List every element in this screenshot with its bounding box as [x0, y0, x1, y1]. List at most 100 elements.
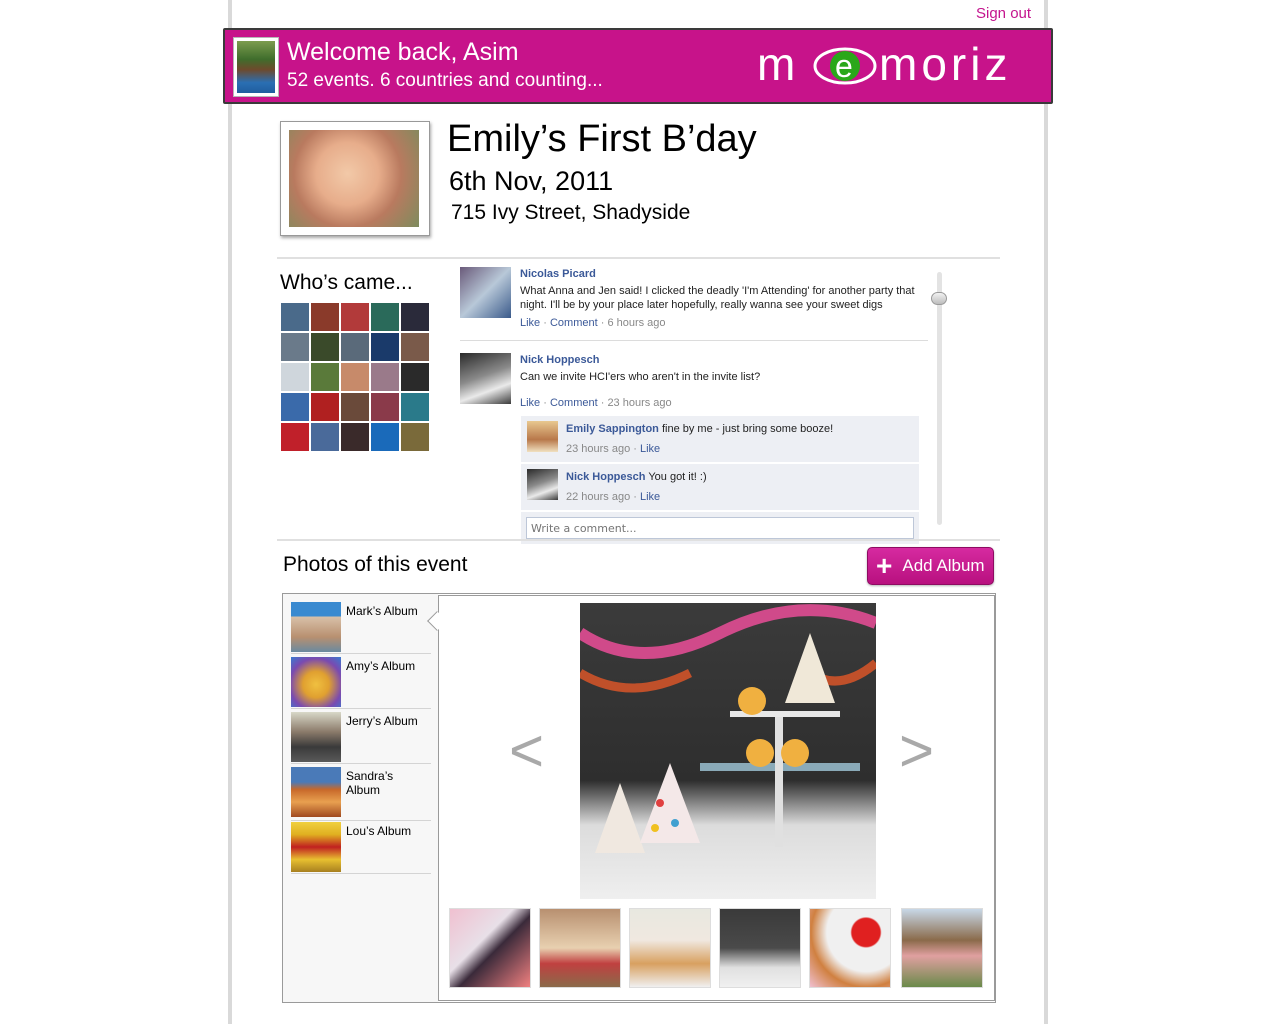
photo-thumbnail[interactable]	[719, 908, 801, 988]
album-item-sandra[interactable]: Sandra’s Album	[291, 765, 431, 821]
next-photo-button[interactable]: >	[899, 716, 934, 785]
welcome-banner: Welcome back, Asim 52 events. 6 countrie…	[223, 28, 1053, 104]
reply-text: You got it! :)	[648, 471, 707, 483]
attendee-photo[interactable]	[340, 392, 370, 422]
attendee-photo[interactable]	[280, 362, 310, 392]
post-text: Can we invite HCI'ers who aren't in the …	[520, 371, 761, 383]
photo-thumbnail[interactable]	[449, 908, 531, 988]
attendees-title: Who’s came...	[280, 271, 413, 294]
welcome-text: Welcome back, Asim	[287, 38, 519, 66]
post-author-avatar[interactable]	[460, 267, 511, 318]
post-meta: Like · Comment · 23 hours ago	[520, 397, 672, 409]
album-item-amy[interactable]: Amy’s Album	[291, 655, 431, 709]
album-thumbnail	[291, 712, 341, 762]
attendee-photo[interactable]	[370, 422, 400, 452]
add-album-button[interactable]: + Add Album	[867, 547, 994, 585]
previous-photo-button[interactable]: <	[509, 716, 544, 785]
attendee-photo[interactable]	[400, 392, 430, 422]
attendee-photo[interactable]	[340, 422, 370, 452]
reply-author-name[interactable]: Nick Hoppesch	[566, 471, 645, 483]
album-item-lou[interactable]: Lou’s Album	[291, 820, 431, 874]
album-thumbnail	[291, 767, 341, 817]
attendee-photo[interactable]	[370, 302, 400, 332]
svg-text:moriz: moriz	[879, 40, 1011, 90]
plus-icon: +	[876, 550, 893, 581]
reply-thread: Emily Sappington fine by me - just bring…	[521, 416, 919, 544]
page-frame-right	[1044, 0, 1048, 1024]
photo-thumbnail[interactable]	[629, 908, 711, 988]
attendee-photo[interactable]	[370, 362, 400, 392]
event-cover-photo[interactable]	[280, 121, 430, 236]
attendee-photo[interactable]	[340, 362, 370, 392]
photo-viewer: < >	[438, 595, 995, 1001]
album-name: Mark’s Album	[346, 604, 418, 618]
attendee-photo[interactable]	[280, 302, 310, 332]
album-thumbnail	[291, 822, 341, 872]
attendee-photo[interactable]	[310, 332, 340, 362]
photo-thumbnail-strip	[449, 908, 989, 990]
feed-post: Nick Hoppesch Can we invite HCI'ers who …	[460, 353, 930, 544]
main-photo[interactable]	[580, 603, 876, 899]
comment-link[interactable]: Comment	[550, 397, 598, 409]
album-name: Amy’s Album	[346, 659, 416, 673]
event-title: Emily’s First B’day	[447, 118, 757, 160]
attendee-photo[interactable]	[400, 362, 430, 392]
attendee-photo[interactable]	[400, 302, 430, 332]
album-item-mark[interactable]: Mark’s Album	[291, 600, 431, 654]
album-list: Mark’s Album Amy’s Album Jerry’s Album S…	[283, 594, 438, 1002]
post-timestamp: 23 hours ago	[607, 397, 672, 409]
photo-thumbnail[interactable]	[809, 908, 891, 988]
attendee-photo[interactable]	[310, 302, 340, 332]
photo-gallery: Mark’s Album Amy’s Album Jerry’s Album S…	[282, 593, 996, 1003]
like-link[interactable]: Like	[640, 443, 660, 455]
post-author-name[interactable]: Nicolas Picard	[520, 267, 930, 281]
like-link[interactable]: Like	[640, 491, 660, 503]
attendee-photo[interactable]	[310, 422, 340, 452]
like-link[interactable]: Like	[520, 397, 540, 409]
attendee-photo[interactable]	[400, 422, 430, 452]
attendee-photo[interactable]	[370, 332, 400, 362]
attendee-photo[interactable]	[310, 392, 340, 422]
reply: Nick Hoppesch You got it! :) 22 hours ag…	[521, 464, 919, 510]
reply: Emily Sappington fine by me - just bring…	[521, 416, 919, 462]
attendee-photo[interactable]	[310, 362, 340, 392]
comment-link[interactable]: Comment	[550, 317, 598, 329]
reply-author-name[interactable]: Emily Sappington	[566, 423, 659, 435]
album-name: Jerry’s Album	[346, 714, 418, 728]
album-name: Lou’s Album	[346, 824, 412, 838]
feed-post: Nicolas Picard What Anna and Jen said! I…	[460, 267, 930, 330]
svg-text:e: e	[835, 48, 853, 84]
album-item-jerry[interactable]: Jerry’s Album	[291, 710, 431, 764]
reply-author-avatar[interactable]	[527, 421, 558, 452]
sign-out-link[interactable]: Sign out	[976, 5, 1031, 22]
post-author-avatar[interactable]	[460, 353, 511, 404]
feed-scrollbar-thumb[interactable]	[931, 292, 947, 305]
attendee-photo[interactable]	[280, 422, 310, 452]
photo-thumbnail[interactable]	[901, 908, 983, 988]
user-avatar[interactable]	[234, 38, 278, 96]
attendee-photo[interactable]	[370, 392, 400, 422]
photo-thumbnail[interactable]	[539, 908, 621, 988]
post-timestamp: 6 hours ago	[607, 317, 666, 329]
feed-scrollbar[interactable]	[937, 272, 942, 525]
post-author-name[interactable]: Nick Hoppesch	[520, 353, 930, 367]
attendee-photo[interactable]	[400, 332, 430, 362]
attendee-photo[interactable]	[340, 302, 370, 332]
attendee-photo[interactable]	[280, 332, 310, 362]
post-divider	[460, 340, 928, 341]
memoriz-logo[interactable]: m e moriz	[757, 38, 1043, 92]
tagline-text: 52 events. 6 countries and counting...	[287, 70, 603, 91]
divider	[277, 539, 1000, 541]
reply-timestamp: 23 hours ago	[566, 443, 631, 455]
attendee-photo[interactable]	[340, 332, 370, 362]
reply-author-avatar[interactable]	[527, 469, 558, 500]
photos-section-title: Photos of this event	[283, 553, 468, 576]
album-thumbnail	[291, 602, 341, 652]
page-frame-left	[228, 0, 232, 1024]
reply-text: fine by me - just bring some booze!	[661, 423, 834, 435]
add-album-label: Add Album	[902, 556, 985, 575]
attendee-photo[interactable]	[280, 392, 310, 422]
write-comment-input[interactable]	[526, 517, 914, 539]
event-date: 6th Nov, 2011	[449, 166, 614, 196]
like-link[interactable]: Like	[520, 317, 540, 329]
